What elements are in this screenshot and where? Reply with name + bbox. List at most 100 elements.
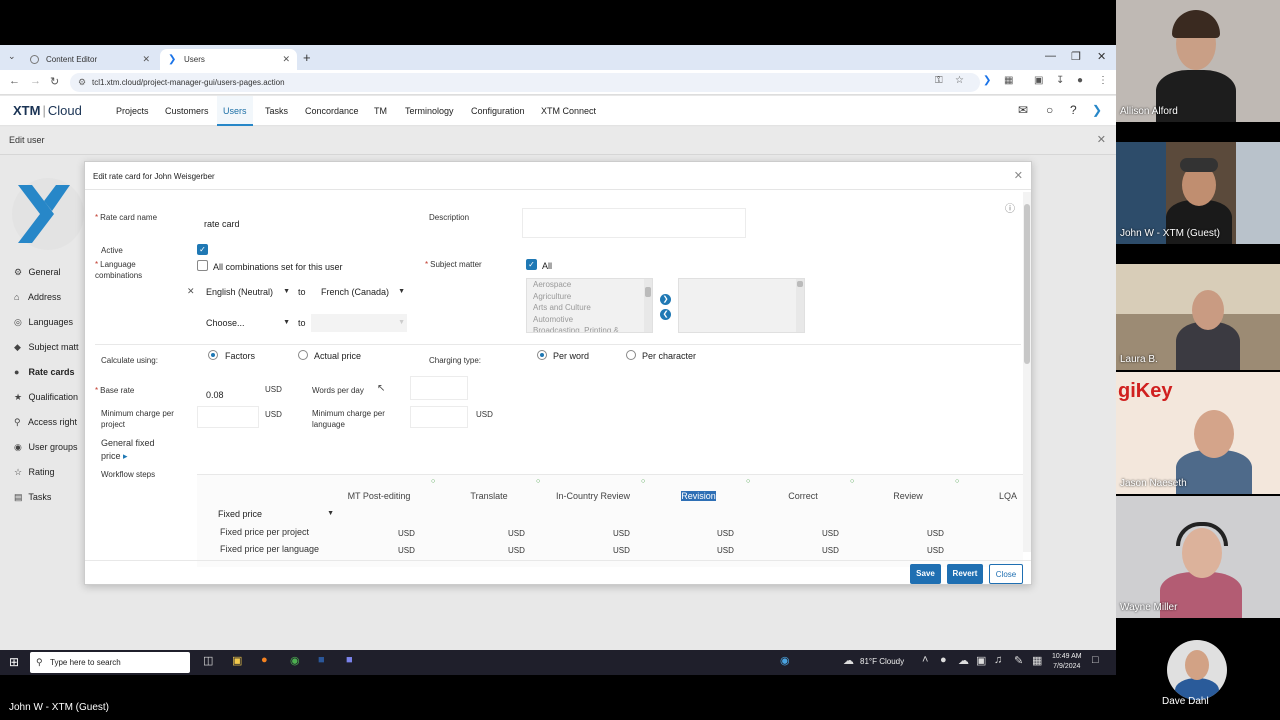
pen-icon[interactable]: ✎	[1014, 654, 1023, 667]
list-item[interactable]: Automotive	[527, 314, 652, 326]
close-icon[interactable]: ✕	[1014, 169, 1023, 182]
windows-start-icon[interactable]: ⊞	[9, 655, 19, 669]
menu-configuration[interactable]: Configuration	[471, 96, 525, 126]
target-language-select[interactable]: French (Canada) ▼	[321, 283, 407, 301]
source-language-select[interactable]: English (Neutral) ▼	[206, 283, 292, 301]
browser-tab-users[interactable]: ❯ Users ✕	[160, 49, 297, 70]
browser-menu-icon[interactable]: ⋮	[1098, 75, 1108, 86]
back-arrow-icon[interactable]: ←	[9, 75, 20, 87]
left-menu-access-rights[interactable]: ⚲ Access right	[14, 417, 77, 428]
download-icon[interactable]: ↧	[1056, 75, 1064, 86]
task-view-icon[interactable]: ◫	[203, 654, 213, 667]
left-menu-qualification[interactable]: ★ Qualification	[14, 392, 78, 403]
description-textarea[interactable]	[522, 208, 746, 238]
xtm-extension-icon[interactable]: ❯	[983, 75, 991, 86]
volume-icon[interactable]: ♫	[994, 654, 1002, 666]
left-menu-address[interactable]: ⌂ Address	[14, 292, 61, 302]
microphone-icon[interactable]: ●	[940, 654, 947, 666]
dialog-scrollbar[interactable]	[1023, 192, 1031, 552]
tab-search-icon[interactable]: ⌄	[8, 51, 16, 62]
close-icon[interactable]: ✕	[142, 49, 150, 70]
left-menu-subject-matter[interactable]: ◆ Subject matt	[14, 342, 79, 353]
help-icon[interactable]: ⓘ	[1005, 200, 1015, 215]
words-per-day-input[interactable]	[410, 376, 468, 400]
menu-customers[interactable]: Customers	[165, 96, 209, 126]
forward-arrow-icon[interactable]: →	[30, 75, 41, 87]
video-tile-jason[interactable]: giKey Jason Naeseth	[1116, 372, 1280, 494]
browser-tab-content-editor[interactable]: Content Editor ✕	[22, 49, 157, 70]
taskbar-search-input[interactable]: ⚲ Type here to search	[30, 652, 190, 673]
menu-terminology[interactable]: Terminology	[405, 96, 454, 126]
new-target-language-select[interactable]: ▼	[311, 314, 407, 332]
xtm-assistant-icon[interactable]: ❯	[1092, 103, 1102, 117]
rate-card-name-input[interactable]: rate card	[204, 219, 240, 229]
video-tile-allison[interactable]: Allison Alford	[1116, 0, 1280, 122]
minimize-icon[interactable]: —	[1045, 50, 1056, 62]
extensions-puzzle-icon[interactable]: ▦	[1004, 75, 1013, 86]
cast-icon[interactable]: ▣	[1034, 75, 1043, 86]
per-character-radio[interactable]	[626, 350, 636, 360]
selected-subjects-list[interactable]	[678, 278, 805, 333]
remove-combination-icon[interactable]: ✕	[187, 286, 195, 297]
participant-avatar-dave[interactable]	[1167, 640, 1227, 700]
left-menu-user-groups[interactable]: ◉ User groups	[14, 442, 78, 453]
list-scrollbar[interactable]	[644, 279, 652, 332]
left-menu-general[interactable]: ⚙ General	[14, 267, 61, 278]
lightbulb-icon[interactable]: ○	[1046, 103, 1053, 117]
chat-icon[interactable]: ✉	[1018, 103, 1028, 117]
list-item[interactable]: Broadcasting, Printing &	[527, 325, 652, 332]
min-charge-project-input[interactable]	[197, 406, 259, 428]
display-icon[interactable]: ▣	[976, 654, 986, 667]
clock[interactable]: 10:49 AM 7/9/2024	[1052, 652, 1082, 672]
left-menu-rate-cards[interactable]: ● Rate cards	[14, 367, 75, 377]
factors-radio[interactable]	[208, 350, 218, 360]
actual-price-radio[interactable]	[298, 350, 308, 360]
help-app-icon[interactable]: ◉	[780, 654, 790, 667]
window-close-icon[interactable]: ✕	[1097, 50, 1106, 63]
firefox-icon[interactable]: ●	[261, 654, 268, 666]
menu-tm[interactable]: TM	[374, 96, 387, 126]
close-icon[interactable]: ✕	[1097, 133, 1106, 146]
video-tile-wayne[interactable]: Wayne Miller	[1116, 496, 1280, 618]
move-right-icon[interactable]: ❯	[660, 294, 671, 305]
fixed-price-select[interactable]: Fixed price ▼	[218, 505, 336, 523]
list-item[interactable]: Agriculture	[527, 291, 652, 303]
bookmark-star-icon[interactable]: ☆	[955, 75, 964, 86]
cloud-icon[interactable]: ☁	[958, 654, 969, 667]
left-menu-tasks[interactable]: ▤ Tasks	[14, 492, 51, 503]
all-combinations-checkbox[interactable]	[197, 260, 208, 271]
available-subjects-list[interactable]: Aerospace Agriculture Arts and Culture A…	[526, 278, 653, 333]
teams-icon[interactable]: ■	[346, 654, 353, 666]
general-fixed-price-toggle[interactable]: General fixed price ▸	[101, 437, 161, 463]
reload-icon[interactable]: ↻	[50, 75, 59, 88]
url-field[interactable]: ⚙ tcl1.xtm.cloud/project-manager-gui/use…	[70, 73, 980, 92]
left-menu-rating[interactable]: ☆ Rating	[14, 467, 55, 478]
revert-button[interactable]: Revert	[947, 564, 983, 584]
profile-avatar-icon[interactable]: ●	[1077, 75, 1083, 86]
per-word-radio[interactable]	[537, 350, 547, 360]
list-item[interactable]: Arts and Culture	[527, 302, 652, 314]
menu-tasks[interactable]: Tasks	[265, 96, 288, 126]
move-left-icon[interactable]: ❮	[660, 309, 671, 320]
maximize-icon[interactable]: ❐	[1071, 50, 1081, 63]
close-button[interactable]: Close	[989, 564, 1023, 584]
menu-projects[interactable]: Projects	[116, 96, 149, 126]
password-key-icon[interactable]: ⚿	[935, 75, 943, 86]
menu-concordance[interactable]: Concordance	[305, 96, 359, 126]
left-menu-languages[interactable]: ◎ Languages	[14, 317, 73, 328]
close-icon[interactable]: ✕	[282, 49, 290, 70]
menu-users[interactable]: Users	[217, 96, 253, 126]
new-source-language-select[interactable]: Choose... ▼	[206, 314, 292, 332]
menu-xtm-connect[interactable]: XTM Connect	[541, 96, 596, 126]
site-info-icon[interactable]: ⚙	[78, 73, 86, 92]
subject-all-checkbox[interactable]: ✓	[526, 259, 537, 270]
notification-icon[interactable]: □	[1092, 654, 1099, 666]
video-tile-laura[interactable]: Laura B.	[1116, 264, 1280, 370]
list-scrollbar[interactable]	[796, 279, 804, 332]
active-checkbox[interactable]: ✓	[197, 244, 208, 255]
min-charge-language-input[interactable]	[410, 406, 468, 428]
keyboard-icon[interactable]: ▦	[1032, 654, 1042, 667]
chevron-up-icon[interactable]: ˄	[922, 654, 928, 666]
new-tab-plus-icon[interactable]: +	[303, 50, 311, 65]
base-rate-input[interactable]: 0.08	[206, 390, 224, 400]
